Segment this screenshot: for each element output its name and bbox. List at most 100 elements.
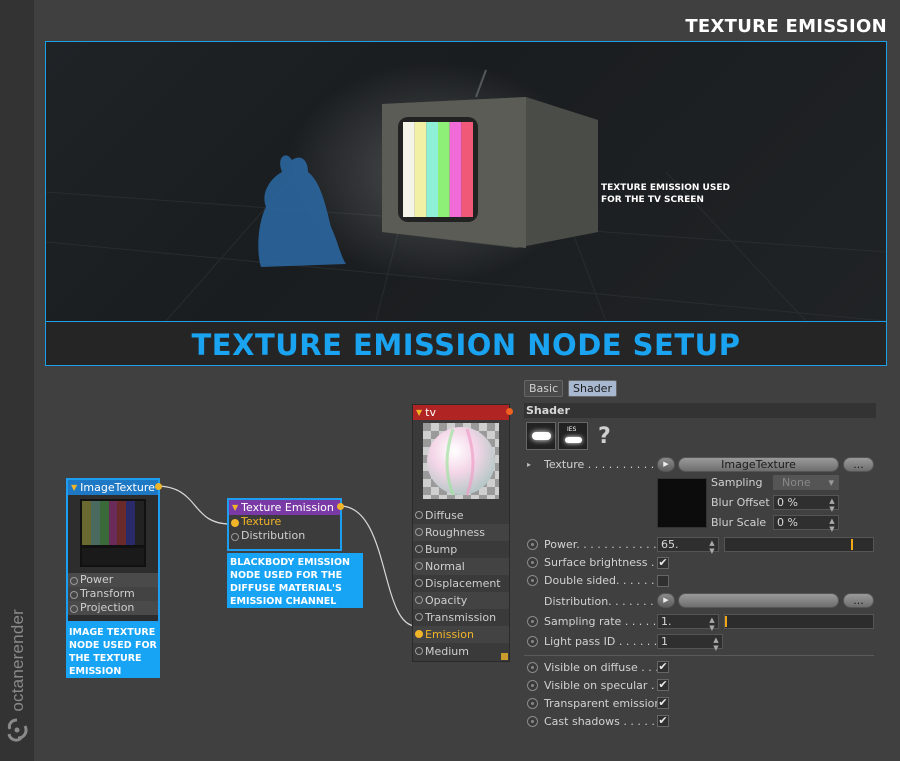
cast-shadows-animate-radio[interactable] — [527, 716, 538, 727]
light-pass-id-animate-radio[interactable] — [527, 636, 538, 647]
node-header: ▼ tv — [413, 405, 513, 420]
node-title: Texture Emission — [241, 501, 334, 514]
texture-preview — [657, 478, 707, 528]
texture-thumbnail — [80, 499, 146, 567]
sampling-label: Sampling — [711, 476, 763, 489]
pin-opacity[interactable]: Opacity — [413, 592, 509, 609]
pin-transform[interactable]: Transform — [68, 587, 158, 601]
sampling-select[interactable]: None ▾ — [773, 475, 839, 490]
pin-diffuse[interactable]: Diffuse — [413, 507, 509, 524]
power-animate-radio[interactable] — [527, 539, 538, 550]
texture-shader-button[interactable]: ImageTexture — [678, 457, 839, 472]
visible-on-specular-label: Visible on specular . . — [544, 679, 662, 692]
texture-emission-node[interactable]: ▼ Texture Emission Texture Distribution — [227, 498, 344, 551]
tv-bar — [403, 122, 415, 217]
render-scene — [46, 62, 886, 321]
transparent-emission-checkbox[interactable]: ✔ — [657, 697, 669, 709]
node-setup-title: TEXTURE EMISSION NODE SETUP — [46, 321, 886, 365]
collapse-triangle-icon[interactable]: ▼ — [232, 500, 238, 515]
page-title: TEXTURE EMISSION — [685, 16, 887, 37]
resize-handle-icon[interactable] — [501, 653, 508, 660]
collapse-triangle-icon[interactable]: ▼ — [71, 480, 77, 495]
image-texture-node[interactable]: ▼ ImageTexture Power Transform Projectio… — [66, 478, 162, 623]
surface-brightness-label: Surface brightness . . — [544, 556, 662, 569]
pin-roughness[interactable]: Roughness — [413, 524, 509, 541]
power-label: Power. . . . . . . . . . . . . . — [544, 538, 671, 551]
sampling-rate-animate-radio[interactable] — [527, 616, 538, 627]
double-sided-animate-radio[interactable] — [527, 575, 538, 586]
thumb-bar — [99, 501, 109, 545]
distribution-label: Distribution. . . . . . . . — [544, 595, 661, 608]
output-pin-icon[interactable] — [506, 408, 513, 415]
blur-offset-field[interactable]: 0 % ▲▼ — [773, 495, 839, 513]
tv-bar — [414, 122, 427, 217]
tv-material-node[interactable]: ▼ tv Diffuse Roughness Bump Normal Displacem… — [412, 404, 513, 662]
texture-more-button[interactable]: ... — [843, 457, 874, 472]
brand-text: octanerender — [8, 609, 27, 712]
visible-on-diffuse-animate-radio[interactable] — [527, 662, 538, 673]
render-panel: TEXTURE EMISSION USED FOR THE TV SCREEN … — [45, 41, 887, 366]
output-pin-icon[interactable] — [337, 503, 344, 510]
tv-bar — [449, 122, 462, 217]
sidebar: octanerender — [0, 0, 34, 761]
collapse-triangle-icon[interactable]: ▼ — [416, 405, 422, 420]
sampling-rate-slider[interactable] — [724, 614, 874, 629]
material-preview — [423, 423, 499, 499]
pin-texture[interactable]: Texture — [229, 515, 340, 529]
tv-screen — [398, 117, 478, 222]
visible-on-specular-checkbox[interactable]: ✔ — [657, 679, 669, 691]
double-sided-label: Double sided. . . . . . . — [544, 574, 662, 587]
cast-shadows-checkbox[interactable]: ✔ — [657, 715, 669, 727]
tv-color-bars — [403, 122, 473, 217]
tv-bar — [461, 122, 473, 217]
pin-power[interactable]: Power — [68, 573, 158, 587]
tv-bar — [438, 122, 450, 217]
texture-emission-callout: BLACKBODY EMISSION NODE USED FOR THE DIF… — [227, 553, 363, 608]
ies-icon[interactable]: IES — [558, 422, 588, 450]
sampling-rate-slider-handle[interactable] — [725, 616, 727, 627]
pin-bump[interactable]: Bump — [413, 541, 509, 558]
emission-preset-icon[interactable] — [526, 422, 556, 450]
pin-normal[interactable]: Normal — [413, 558, 509, 575]
double-sided-checkbox[interactable] — [657, 575, 669, 587]
thumb-bar — [82, 501, 91, 545]
pin-emission[interactable]: Emission — [413, 626, 509, 643]
pin-projection[interactable]: Projection — [68, 601, 158, 615]
octane-logo-icon — [7, 718, 28, 742]
output-pin-icon[interactable] — [155, 483, 162, 490]
tab-shader[interactable]: Shader — [568, 380, 617, 397]
distribution-link-button[interactable]: ▶ — [657, 593, 675, 608]
pin-medium[interactable]: Medium — [413, 643, 509, 660]
visible-on-diffuse-label: Visible on diffuse . . . — [544, 661, 659, 674]
pin-distribution[interactable]: Distribution — [229, 529, 340, 543]
distribution-shader-button[interactable] — [678, 593, 839, 608]
light-pass-id-field[interactable]: 1 ▲▼ — [657, 634, 723, 652]
pin-displacement[interactable]: Displacement — [413, 575, 509, 592]
distribution-more-button[interactable]: ... — [843, 593, 874, 608]
power-slider-handle[interactable] — [850, 539, 853, 550]
tv-bar — [426, 122, 438, 217]
octane-logo: octanerender — [2, 609, 32, 752]
attribute-panel: Basic Shader Shader IES ? ▸ Texture . . … — [524, 380, 876, 755]
pin-transmission[interactable]: Transmission — [413, 609, 509, 626]
light-pass-id-label: Light pass ID . . . . . . — [544, 635, 658, 648]
surface-brightness-animate-radio[interactable] — [527, 557, 538, 568]
visible-on-specular-animate-radio[interactable] — [527, 680, 538, 691]
thumb-bar — [117, 501, 127, 545]
thumb-bar — [135, 501, 145, 545]
power-slider[interactable] — [724, 537, 874, 552]
help-icon[interactable]: ? — [598, 424, 611, 449]
transparent-emission-label: Transparent emission — [544, 697, 662, 710]
section-header: Shader — [524, 403, 876, 418]
power-field[interactable]: 65. ▲▼ — [657, 537, 719, 555]
tab-basic[interactable]: Basic — [524, 380, 564, 397]
blur-scale-label: Blur Scale — [711, 516, 767, 529]
expand-arrow-icon[interactable]: ▸ — [527, 460, 531, 469]
sampling-rate-field[interactable]: 1. ▲▼ — [657, 614, 719, 632]
texture-link-button[interactable]: ▶ — [657, 457, 675, 472]
blur-scale-field[interactable]: 0 % ▲▼ — [773, 515, 839, 533]
surface-brightness-checkbox[interactable]: ✔ — [657, 557, 669, 569]
visible-on-diffuse-checkbox[interactable]: ✔ — [657, 661, 669, 673]
transparent-emission-animate-radio[interactable] — [527, 698, 538, 709]
render-caption: TEXTURE EMISSION USED FOR THE TV SCREEN — [601, 183, 730, 205]
